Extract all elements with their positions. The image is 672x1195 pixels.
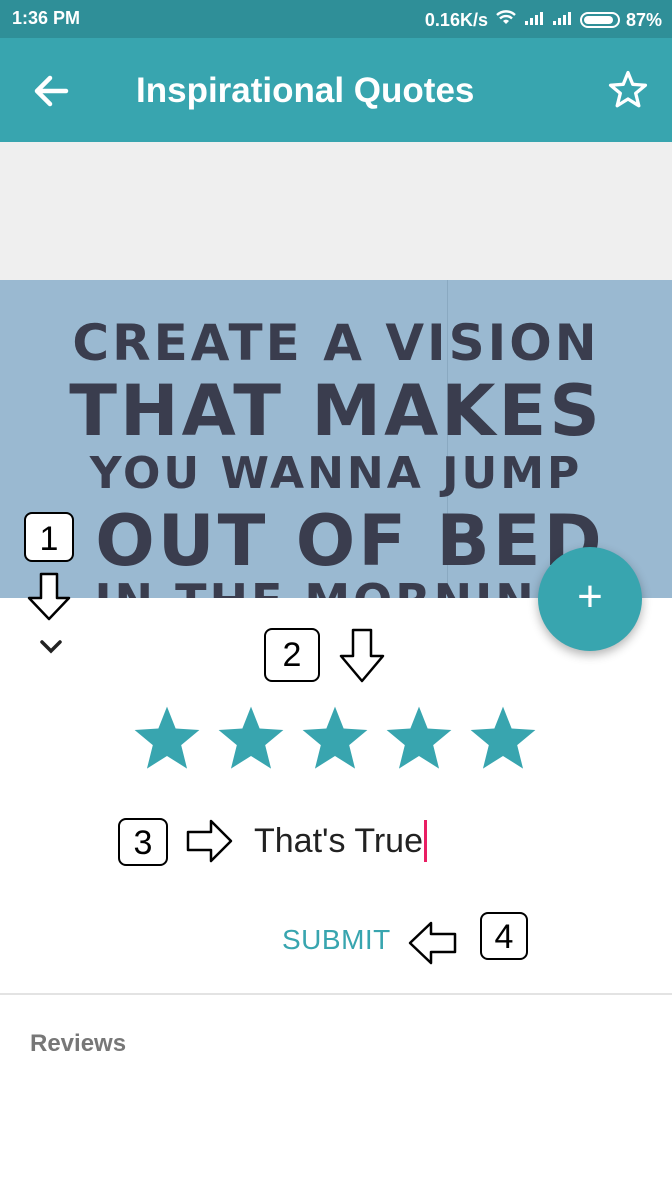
reviews-heading: Reviews — [30, 1030, 127, 1057]
review-input-value: That's True — [254, 821, 424, 860]
favorite-button[interactable] — [606, 68, 650, 112]
text-cursor — [424, 820, 428, 862]
left-arrow-annotation-icon — [408, 921, 457, 965]
signal-icon-2 — [552, 10, 574, 31]
rating-star-2-icon[interactable] — [214, 702, 288, 776]
down-arrow-annotation-icon — [27, 572, 71, 621]
status-indicators: 0.16K/s 87% — [419, 8, 662, 32]
submit-button[interactable]: SUBMIT — [282, 924, 391, 956]
battery-icon — [579, 12, 620, 28]
annotation-2: 2 — [264, 628, 320, 682]
star-rating[interactable] — [130, 702, 550, 776]
rating-star-3-icon[interactable] — [298, 702, 372, 776]
image-top-padding — [0, 142, 672, 280]
divider — [0, 993, 672, 995]
signal-icon — [524, 10, 546, 31]
quote-line-1: CREATE A VISION — [72, 314, 600, 372]
app-bar: Inspirational Quotes — [0, 38, 672, 142]
annotation-1: 1 — [24, 512, 74, 562]
down-arrow-annotation-icon — [339, 628, 385, 683]
rating-star-5-icon[interactable] — [466, 702, 540, 776]
plus-icon: + — [577, 572, 603, 621]
page-title: Inspirational Quotes — [136, 71, 475, 110]
rating-star-1-icon[interactable] — [130, 702, 204, 776]
right-arrow-annotation-icon — [186, 819, 233, 863]
status-time: 1:36 PM — [12, 8, 81, 28]
battery-percent: 87% — [625, 9, 662, 30]
network-speed: 0.16K/s — [424, 9, 488, 30]
status-bar: 1:36 PM 0.16K/s 87% — [0, 0, 672, 38]
add-fab-button[interactable]: + — [538, 547, 642, 651]
back-button[interactable] — [28, 68, 74, 114]
wifi-icon — [494, 8, 518, 32]
review-input[interactable]: That's True — [254, 818, 574, 864]
star-outline-icon — [608, 70, 648, 108]
rating-star-4-icon[interactable] — [382, 702, 456, 776]
quote-line-2: THAT MAKES — [69, 370, 603, 452]
annotation-4: 4 — [480, 912, 528, 960]
quote-line-3: YOU WANNA JUMP — [89, 448, 583, 499]
arrow-left-icon — [34, 75, 69, 107]
annotation-3: 3 — [118, 818, 168, 866]
chevron-down-icon[interactable] — [36, 636, 66, 658]
